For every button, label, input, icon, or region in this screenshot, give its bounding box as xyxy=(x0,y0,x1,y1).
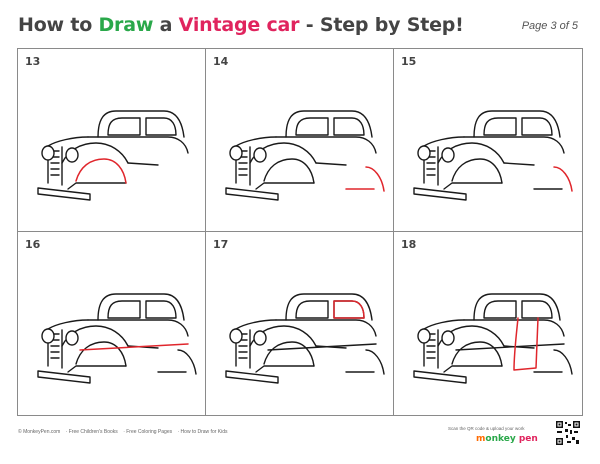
footer-links: © MonkeyPen.com · Free Children's Books … xyxy=(18,429,232,435)
step-panel-14: 14 xyxy=(206,49,394,232)
step-panel-16: 16 xyxy=(18,232,206,415)
title-highlight-draw: Draw xyxy=(98,14,154,36)
step-number: 13 xyxy=(25,55,41,68)
step-number: 18 xyxy=(401,238,417,251)
title-highlight-subject: Vintage car xyxy=(178,14,300,36)
scan-instruction: Scan the QR code & upload your work xyxy=(448,426,525,431)
step-number: 16 xyxy=(25,238,41,251)
footer-link[interactable]: · Free Children's Books xyxy=(66,429,118,435)
step-panel-17: 17 xyxy=(206,232,394,415)
car-drawing xyxy=(37,110,189,201)
step-panel-15: 15 xyxy=(394,49,582,232)
page-title: How to Draw a Vintage car - Step by Step… xyxy=(18,14,464,36)
footer-link[interactable]: · Free Coloring Pages xyxy=(123,429,172,435)
monkeypen-logo: monkey pen xyxy=(476,434,538,444)
car-drawing xyxy=(225,293,385,384)
qr-code-icon[interactable] xyxy=(555,420,581,446)
step-panel-13: 13 xyxy=(18,49,206,232)
title-part: a xyxy=(153,14,179,36)
step-number: 15 xyxy=(401,55,417,68)
title-part: - Step by Step! xyxy=(299,14,464,36)
page-indicator: Page 3 of 5 xyxy=(521,20,578,32)
car-drawing xyxy=(413,110,573,201)
footer-link[interactable]: © MonkeyPen.com xyxy=(18,429,60,435)
title-part: How to xyxy=(18,14,99,36)
step-number: 17 xyxy=(213,238,229,251)
step-panel-18: 18 xyxy=(394,232,582,415)
steps-grid: 13 14 15 16 17 18 xyxy=(17,48,583,416)
footer-link[interactable]: · How to Draw for Kids xyxy=(178,429,228,435)
step-number: 14 xyxy=(213,55,229,68)
car-drawing xyxy=(37,293,197,384)
car-drawing xyxy=(413,293,573,384)
car-drawing xyxy=(225,110,385,201)
